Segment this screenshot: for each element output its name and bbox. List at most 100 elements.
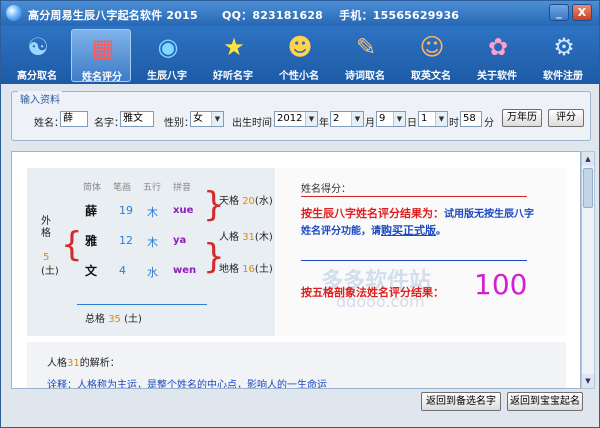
pinyin-2: ya [173,235,187,246]
ren-ge-label: 人格 [219,232,239,243]
chevron-down-icon: ▼ [351,112,363,126]
tool-haoting-mingzi[interactable]: ★ 好听名字 [203,29,263,82]
cartoon-face-icon: ☻ [287,33,313,61]
tool-gexing-xiaoming[interactable]: ☻ 个性小名 [269,29,329,82]
analysis-text: 诠释：人格称为主运，是整个姓名的中心点，影响人的一生命运 [47,380,327,389]
lotus-icon: ✿ [487,33,509,61]
month-unit: 月 [365,118,375,129]
score-panel: 姓名得分： 按生辰八字姓名评分结果为：试用版无按生辰八字姓名评分功能，请购买正式… [276,168,566,336]
strokes-1: 19 [119,204,133,217]
calendar-button[interactable]: 万年历 [502,109,542,127]
year-value: 2012 [277,113,303,124]
analysis-title-value: 31 [67,358,80,369]
surname-input[interactable]: 薛 [60,111,88,127]
zong-ge-label: 总格 [85,314,105,325]
hour-unit: 时 [449,118,459,129]
char-3: 文 [85,264,98,278]
wai-ge-label: 外格 [41,216,51,239]
wuge-result-label: 按五格剖象法姓名评分结果： [301,286,444,299]
tool-xingming-pingfen[interactable]: ▦ 姓名评分 [71,29,131,83]
tool-label: 关于软件 [477,71,517,82]
month-select[interactable]: 2 ▼ [330,111,364,127]
strokes-2: 12 [119,234,133,247]
left-brace: { [61,225,83,265]
girl-icon: ☺ [419,33,445,61]
wai-ge-element: (土) [41,266,59,277]
analysis-panel: 人格31的解析： 诠释：人格称为主运，是整个姓名的中心点，影响人的一生命运 [27,342,566,389]
minute-unit: 分 [484,118,494,129]
app-title: 高分周易生辰八字起名软件 2015 [28,9,198,22]
trial-notice-end: 。 [436,226,446,237]
scroll-thumb[interactable] [583,168,593,208]
input-group: 输入资料 姓名： 薛 名字： 雅文 性别： 女 ▼ 出生时间： 2012 ▼ 年… [11,91,591,141]
star-icon: ★ [223,33,245,61]
globe-icon: ◉ [157,33,179,61]
year-select[interactable]: 2012 ▼ [274,111,318,127]
buy-link[interactable]: 购买正式版 [381,224,436,237]
gear-icon: ⚙ [553,33,575,61]
name-breakdown-panel: 简体 笔画 五行 拼音 外格 5 (土) { 薛 19 木 xue 雅 12 木… [27,168,275,336]
tool-shici-quming[interactable]: ✎ 诗词取名 [335,29,395,82]
tian-ge-element: (水) [254,196,273,207]
chevron-down-icon: ▼ [393,112,405,126]
element-2: 木 [147,236,158,249]
di-ge-element: (土) [254,264,273,275]
header-strokes: 笔画 [113,183,132,193]
analysis-title: 人格31的解析： [47,354,120,369]
bazi-result: 按生辰八字姓名评分结果为：试用版无按生辰八字姓名评分功能，请购买正式版。 [301,206,537,240]
month-value: 2 [333,113,340,124]
phone-info: 手机：15565629936 [339,9,460,22]
pinyin-1: xue [173,205,194,216]
books-icon: ✎ [355,33,377,61]
pinyin-3: wen [173,265,197,276]
tool-label: 姓名评分 [82,72,122,83]
year-unit: 年 [319,118,329,129]
back-to-candidates-button[interactable]: 返回到备选名字 [421,392,501,411]
chevron-down-icon: ▼ [305,112,317,126]
tool-guanyu-ruanjian[interactable]: ✿ 关于软件 [467,29,527,82]
blue-divider [301,260,527,261]
tool-label: 软件注册 [543,71,583,82]
scroll-down-icon[interactable]: ▼ [582,374,594,388]
main-toolbar: ☯ 高分取名 ▦ 姓名评分 ◉ 生辰八字 ★ 好听名字 ☻ 个性小名 ✎ 诗词取… [1,26,599,84]
tool-qu-yingwenming[interactable]: ☺ 取英文名 [401,29,461,82]
tian-ge-value: 20 [242,196,255,207]
header-pinyin: 拼音 [173,183,192,193]
score-button[interactable]: 评分 [548,109,584,127]
minimize-button[interactable]: _ [549,4,569,21]
close-button[interactable]: X [572,4,592,21]
minute-input[interactable]: 58 [460,111,482,127]
scroll-up-icon[interactable]: ▲ [582,152,594,166]
total-divider [77,304,207,305]
chevron-down-icon: ▼ [435,112,447,126]
header-element: 五行 [143,183,162,193]
element-1: 木 [147,206,158,219]
ren-ge: 人格 31(木) [219,228,273,243]
tool-ruanjian-zhuce[interactable]: ⚙ 软件注册 [533,29,593,82]
blocks-icon: ▦ [91,34,115,62]
tool-shengchen-bazi[interactable]: ◉ 生辰八字 [137,29,197,82]
hour-value: 1 [421,113,428,124]
tool-label: 生辰八字 [147,71,187,82]
app-logo-icon [6,5,22,21]
hour-select[interactable]: 1 ▼ [418,111,448,127]
day-select[interactable]: 9 ▼ [376,111,406,127]
gender-select[interactable]: 女 ▼ [190,111,224,127]
input-group-title: 输入资料 [18,91,62,106]
given-name-input[interactable]: 雅文 [120,111,154,127]
zong-ge: 总格 35 (土) [85,310,142,325]
title-bar: 高分周易生辰八字起名软件 2015 QQ：823181628 手机：155656… [1,1,599,26]
tool-label: 取英文名 [411,71,451,82]
back-to-baby-naming-button[interactable]: 返回到宝宝起名 [507,392,583,411]
tian-ge-label: 天格 [219,196,239,207]
day-value: 9 [379,113,386,124]
chevron-down-icon: ▼ [211,112,223,126]
strokes-3: 4 [119,264,126,277]
di-ge-label: 地格 [219,264,239,275]
zong-ge-element: (土) [124,314,142,325]
window-title: 高分周易生辰八字起名软件 2015 QQ：823181628 手机：155656… [28,7,459,23]
bazi-result-label: 按生辰八字姓名评分结果为： [301,207,444,220]
zong-ge-value: 35 [108,314,121,325]
tool-gaofen-quming[interactable]: ☯ 高分取名 [7,29,67,82]
vertical-scrollbar[interactable]: ▲ ▼ [581,151,595,389]
